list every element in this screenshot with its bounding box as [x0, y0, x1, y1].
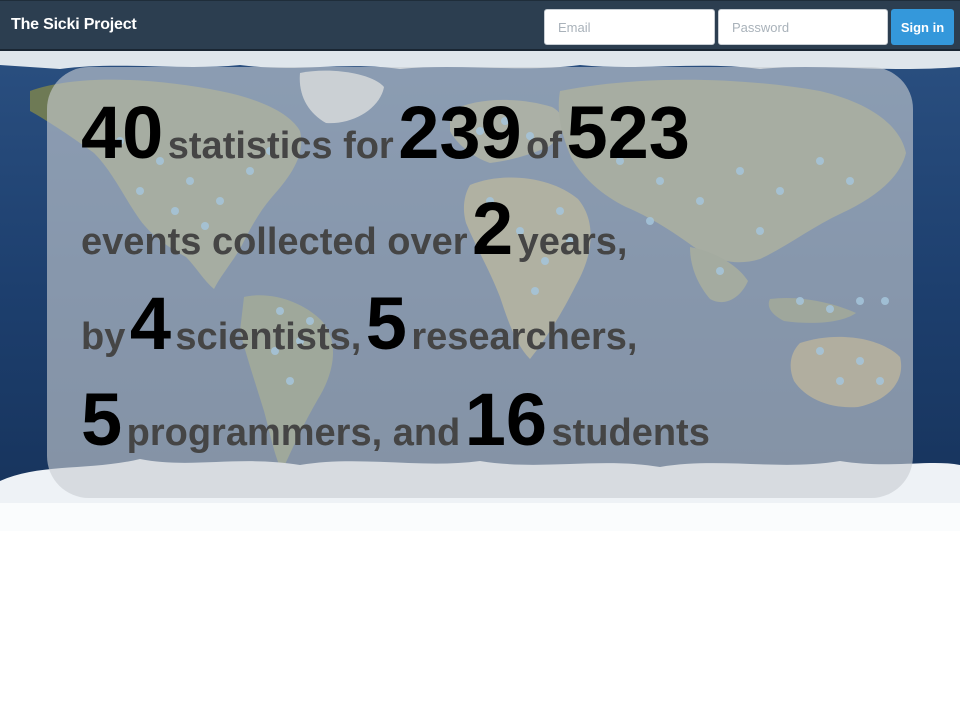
stats-text: statistics for: [167, 125, 394, 167]
researchers-count: 5: [365, 282, 407, 365]
programmers-count: 5: [81, 378, 123, 461]
password-input[interactable]: [718, 9, 888, 45]
navbar: The Sicki Project Sign in: [0, 0, 960, 51]
brand-link[interactable]: The Sicki Project: [11, 16, 137, 34]
email-input[interactable]: [544, 9, 715, 45]
total-events-count: 523: [566, 91, 690, 174]
stats-text: events collected over: [81, 221, 468, 263]
years-count: 2: [471, 187, 514, 270]
stats-line-4: 5 programmers, and 16 students: [81, 377, 710, 462]
stats-text: students: [551, 412, 710, 454]
stats-text: researchers,: [411, 316, 638, 358]
stats-text: scientists,: [175, 316, 362, 358]
events-count: 239: [398, 91, 522, 174]
stats-text: of: [526, 125, 562, 167]
stats-text: by: [81, 316, 126, 358]
stats-line-2: events collected over 2 years,: [81, 186, 627, 271]
scientists-count: 4: [129, 282, 171, 365]
students-count: 16: [464, 378, 548, 461]
stats-line-3: by 4 scientists, 5 researchers,: [81, 281, 637, 366]
sign-in-button[interactable]: Sign in: [891, 9, 954, 45]
stats-line-1: 40 statistics for 239 of 523: [81, 90, 690, 175]
statistics-count: 40: [81, 91, 164, 174]
stats-text: programmers, and: [126, 412, 461, 454]
stats-text: years,: [517, 221, 628, 263]
